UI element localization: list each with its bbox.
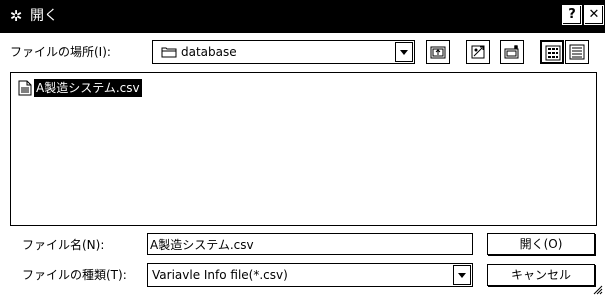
location-value: database [181,45,237,59]
filename-field[interactable] [147,233,473,255]
open-file-dialog: ✲ 開く ? ✕ ファイルの場所(I): database A製造システム.cs… [0,0,605,297]
desktop-icon [504,45,519,59]
csv-file-icon [18,80,32,96]
filename-input[interactable] [150,236,468,252]
filetype-value: Variavle Info file(*.csv) [152,268,288,282]
open-button[interactable]: 開く(O) [487,233,595,255]
help-button[interactable]: ? [562,5,582,25]
location-dropdown[interactable]: database [152,40,415,64]
app-icon: ✲ [9,7,23,25]
details-view-icon [569,44,585,60]
new-folder-icon [471,45,485,59]
title-bar[interactable]: ✲ 開く ? ✕ [0,0,605,33]
filetype-dropdown[interactable]: Variavle Info file(*.csv) [147,263,473,287]
window-title: 開く [30,8,58,24]
filename-label: ファイル名(N): [22,238,105,252]
file-name: A製造システム.csv [34,79,142,97]
list-view-button[interactable] [540,40,564,64]
up-folder-icon [430,46,446,59]
details-view-button[interactable] [565,40,589,64]
location-label: ファイルの場所(I): [10,45,111,59]
file-list[interactable]: A製造システム.csv [10,72,597,226]
chevron-down-icon[interactable] [453,265,471,285]
filetype-label: ファイルの種類(T): [22,268,127,282]
folder-icon [161,47,177,58]
close-button[interactable]: ✕ [584,5,604,25]
resize-grip-icon[interactable] [591,283,603,295]
up-folder-button[interactable] [426,40,450,64]
new-folder-button[interactable] [466,40,490,64]
list-view-icon [545,45,561,61]
chevron-down-icon[interactable] [395,42,413,62]
cancel-button[interactable]: キャンセル [487,264,595,286]
desktop-button[interactable] [500,40,524,64]
